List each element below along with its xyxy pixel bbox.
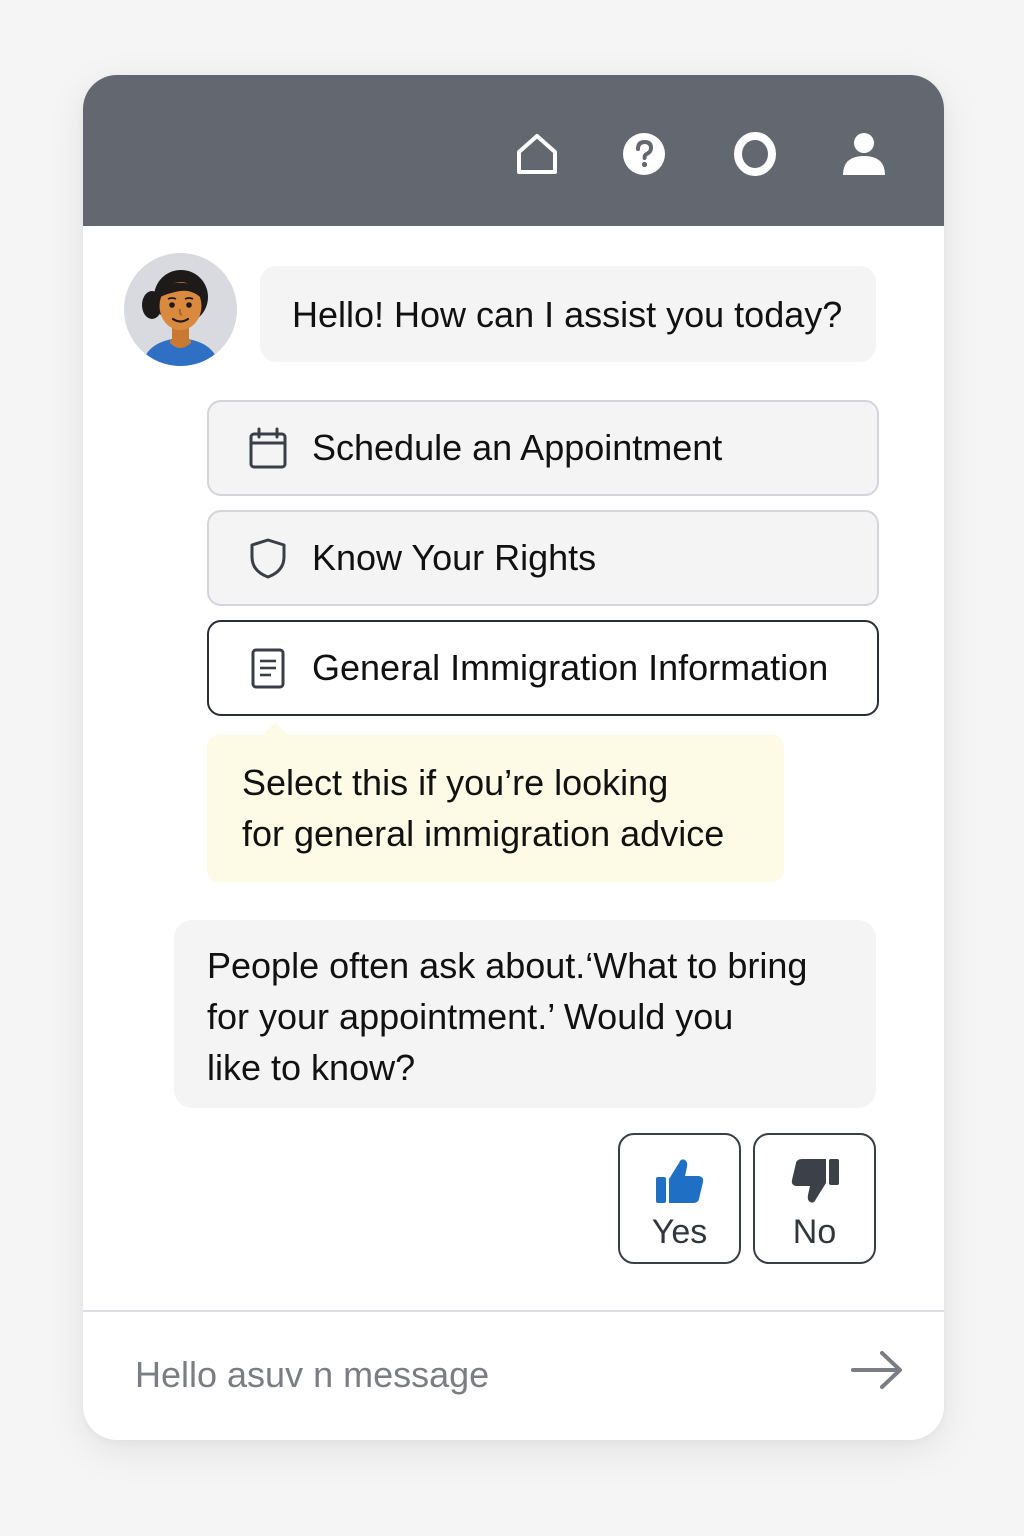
document-icon [248,646,288,690]
option-know-your-rights[interactable]: Know Your Rights [207,510,879,606]
yes-button[interactable]: Yes [618,1133,741,1264]
option-label: Know Your Rights [312,537,597,578]
calendar-icon [248,426,288,470]
arrow-right-icon[interactable] [847,1345,907,1395]
avatar [124,253,237,366]
thumbs-down-icon [789,1155,841,1207]
suggestion-bubble: People often ask about.‘What to bring fo… [174,920,876,1108]
thumbs-up-icon [654,1155,706,1207]
option-label: Schedule an Appointment [312,427,723,468]
home-icon[interactable] [511,128,563,180]
option-label: General Immigration Information [312,647,829,688]
shield-icon [248,536,288,580]
no-label: No [792,1213,837,1251]
circle-icon[interactable] [729,128,781,180]
option-general-immigration-information[interactable]: General Immigration Information [207,620,879,716]
user-icon[interactable] [838,128,890,180]
message-input[interactable] [135,1340,795,1410]
help-icon[interactable] [618,128,670,180]
yes-label: Yes [651,1213,708,1251]
option-schedule-appointment[interactable]: Schedule an Appointment [207,400,879,496]
option-tooltip: Select this if you’re looking for genera… [207,735,784,882]
composer-divider [83,1310,944,1312]
no-button[interactable]: No [753,1133,876,1264]
greeting-bubble: Hello! How can I assist you today? [260,266,876,362]
chat-widget: Hello! How can I assist you today? Sched… [83,75,944,1440]
chat-header [83,75,944,226]
